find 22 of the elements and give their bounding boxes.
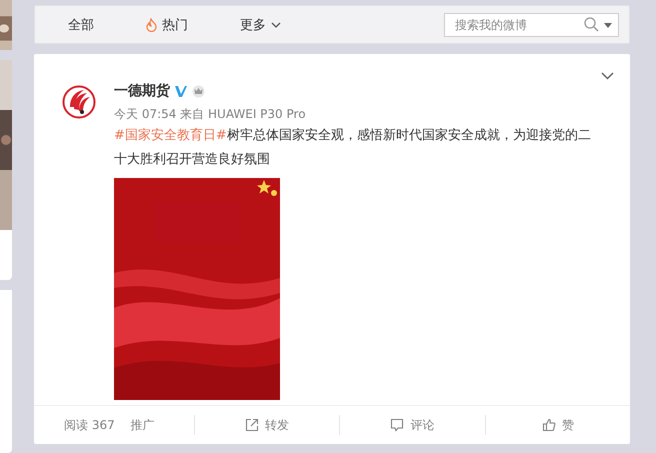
share-icon [245,418,260,432]
post-meta: 今天 07:54 来自 HUAWEI P30 Pro [114,106,307,123]
dropdown-caret-icon[interactable] [604,22,612,28]
comment-icon [390,418,404,432]
nav-tab[interactable]: 全部 [68,16,94,34]
search-icon[interactable] [584,16,599,32]
author-name[interactable]: 一德期货 [114,82,170,100]
flame-icon [146,18,157,32]
crown-icon [192,84,205,98]
post-text: #国家安全教育日#树牢总体国家安全观，感悟新时代国家安全成就，为迎接党的二十大胜利召开营造良好氛围 [114,126,592,169]
nav-tab[interactable]: 更多 [240,16,281,34]
repost-button[interactable]: 转发 [194,415,340,435]
avatar-logo[interactable] [62,85,96,119]
nav-tab[interactable]: 热门 [146,16,188,34]
like-button[interactable]: 赞 [484,415,630,435]
comment-button[interactable]: 评论 [339,415,485,435]
promote-link[interactable]: 推广 [130,416,155,434]
search-field[interactable]: 搜索我的微博 [444,12,619,36]
chevron-down-icon [271,22,281,28]
chevron-down-icon[interactable] [601,72,614,80]
thumbs-up-icon [542,418,556,432]
read-count: 阅读 367 [64,416,115,434]
